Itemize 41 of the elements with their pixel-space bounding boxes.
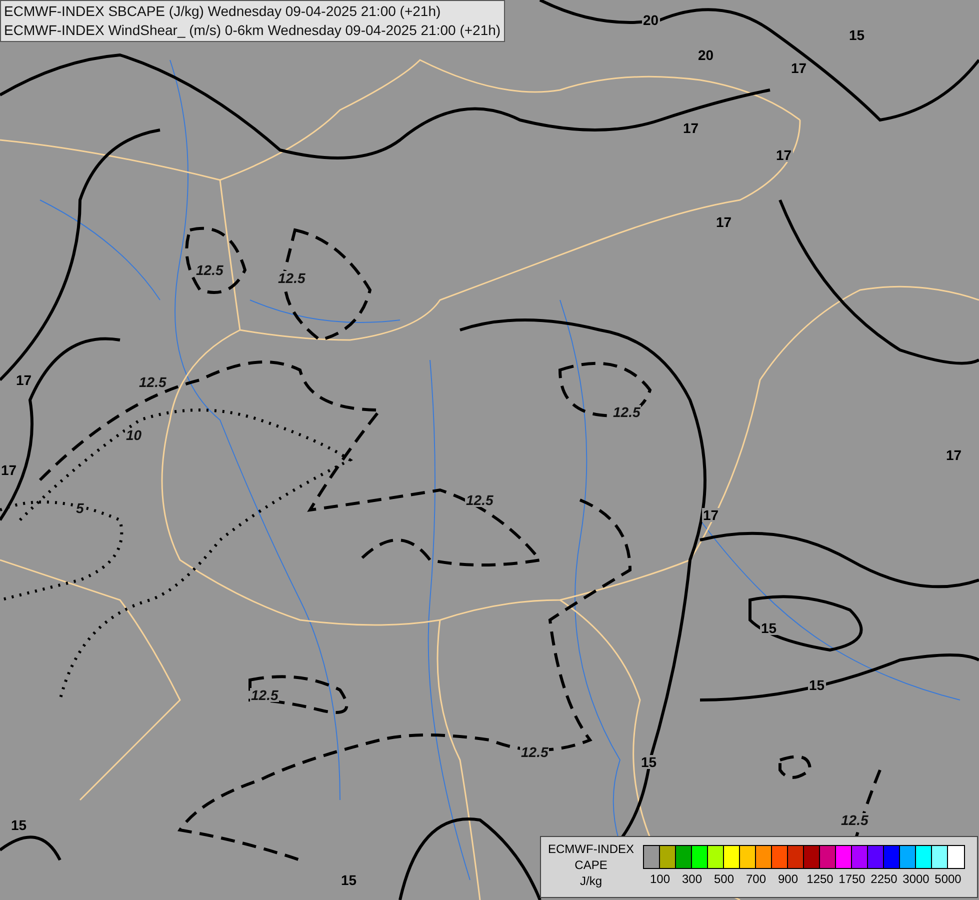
legend-tick-label: 5000 — [934, 873, 962, 885]
contour-label: 5 — [75, 501, 85, 515]
contour-label: 15 — [848, 28, 866, 42]
contour-label: 12.5 — [840, 813, 870, 827]
legend-tick-label: 100 — [650, 873, 670, 885]
legend-tick-label: 2250 — [870, 873, 898, 885]
contour-label: 17 — [702, 508, 720, 522]
contour-label: 12.5 — [612, 405, 642, 419]
contour-label: 20 — [642, 13, 660, 27]
legend-tick-label: 3000 — [902, 873, 930, 885]
contour-label: 20 — [697, 48, 715, 62]
contour-label: 12.5 — [465, 493, 494, 507]
contour-label: 15 — [808, 678, 826, 692]
contour-label: 17 — [0, 463, 18, 477]
contour-label: 12.5 — [277, 271, 306, 285]
contour-label: 15 — [340, 873, 358, 887]
legend-tick-label: 900 — [778, 873, 798, 885]
legend-title: CAPE — [574, 857, 608, 873]
contour-label: 10 — [125, 428, 143, 442]
contour-label: 17 — [790, 61, 808, 75]
contour-label: 17 — [945, 448, 963, 462]
contour-label: 15 — [640, 755, 658, 769]
map-title: ECMWF-INDEX SBCAPE (J/kg) Wednesday 09-04-2025 21:00 (+21h) — [4, 2, 442, 21]
legend-title: J/kg — [580, 873, 602, 889]
contour-label: 12.5 — [138, 375, 168, 389]
legend-tick-label: 700 — [746, 873, 766, 885]
legend-tick-label: 500 — [714, 873, 734, 885]
legend-tick-label: 1750 — [838, 873, 866, 885]
legend-title: ECMWF-INDEX — [548, 841, 634, 857]
contour-label: 15 — [760, 621, 778, 635]
map-title: ECMWF-INDEX WindShear_ (m/s) 0-6km Wednesday 09-04-2025 21:00 (+21h) — [4, 21, 501, 40]
legend-tick-label: 300 — [682, 873, 702, 885]
contour-label: 17 — [15, 373, 33, 387]
contour-label: 12.5 — [195, 263, 224, 277]
legend-tick-label: 1250 — [806, 873, 834, 885]
contour-label: 12.5 — [250, 688, 280, 702]
contour-label: 17 — [682, 121, 700, 135]
contour-label: 15 — [10, 818, 28, 832]
contour-label: 12.5 — [520, 745, 550, 759]
contour-label: 17 — [775, 148, 793, 162]
contour-label: 17 — [715, 215, 733, 229]
